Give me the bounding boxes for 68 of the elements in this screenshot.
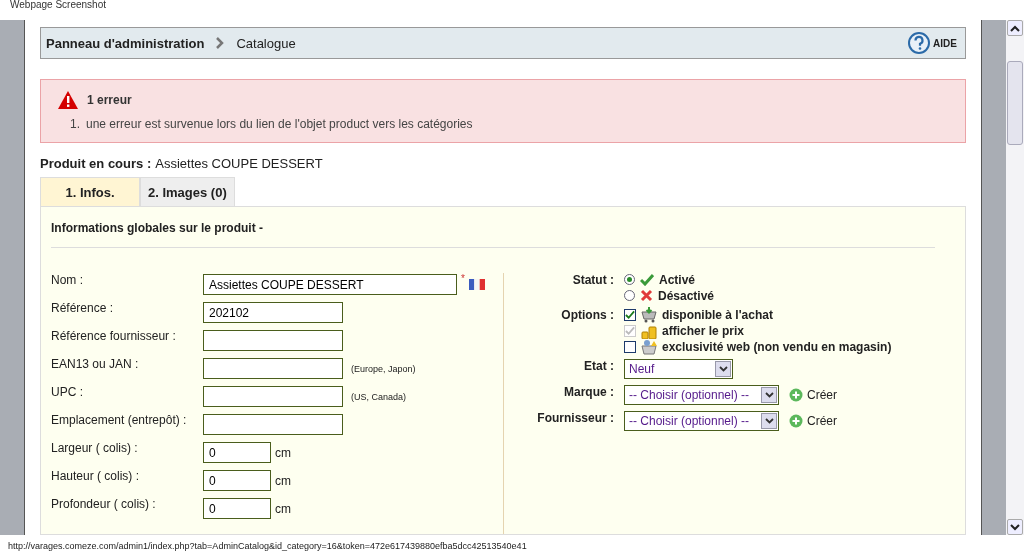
breadcrumb-link[interactable]: Panneau d'administration [46,35,205,51]
field-label: Etat : [583,359,614,373]
scrollbar-thumb[interactable] [1007,61,1023,145]
scrollbar[interactable] [1006,20,1024,535]
field-label: Options : [560,308,614,324]
panel-title: Informations globales sur le produit - [51,221,935,248]
checkbox[interactable] [624,340,636,353]
checkbox-label: exclusivité web (non vendu en magasin) [662,339,892,354]
current-product-name: Assiettes COUPE DESSERT [155,156,323,173]
text-field[interactable]: 0 [203,498,271,519]
radio-button[interactable] [624,290,635,301]
help-icon[interactable] [908,32,931,54]
create-link[interactable]: Créer [807,388,837,402]
unit-label: cm [275,501,291,516]
cart-icon [641,306,657,323]
field-hint: (US, Canada) [351,391,407,402]
breadcrumb-link[interactable]: Catalogue [236,35,296,51]
scroll-down-icon[interactable] [1010,523,1020,531]
create-link[interactable]: Créer [807,414,837,428]
radio-button[interactable] [624,274,635,285]
dropdown[interactable]: -- Choisir (optionnel) -- [624,411,779,431]
field-label: Référence : [51,301,115,315]
error-title: 1 erreur [87,93,132,107]
tab[interactable]: 2. Images (0) [140,177,235,206]
field-label: Emplacement (entrepôt) : [51,413,188,427]
scroll-up-icon[interactable] [1010,24,1020,32]
dropdown[interactable]: Neuf [624,359,733,379]
status-bar-url: http://varages.comeze.com/admin1/index.php?tab=AdminCatalog&id_category=16&token=472e617439880efba5dcc42513540e41 [7,540,528,553]
page-caption: Webpage Screenshot [9,0,107,12]
field-label: Statut : [571,273,614,289]
help-link[interactable]: AIDE [933,37,957,49]
dropdown[interactable]: -- Choisir (optionnel) -- [624,385,779,405]
radio-label: Désactivé [658,288,715,303]
text-field[interactable] [203,386,343,407]
list-number: 1. [70,117,80,131]
field-label: Largeur ( colis) : [51,441,139,455]
field-label: Marque : [563,385,614,399]
text-field[interactable]: 0 [203,470,271,491]
warning-icon [57,90,79,110]
cross-icon [640,289,653,302]
field-label: Hauteur ( colis) : [51,469,141,483]
basket-icon [641,338,657,355]
flag-icon [468,279,485,290]
error-message: une erreur est survenue lors du lien de l'objet product vers les catégories [86,117,473,131]
field-label: Nom : [51,273,84,287]
checkbox-label: disponible à l'achat [662,307,773,322]
tab[interactable]: 1. Infos. [40,177,140,206]
field-hint: (Europe, Japon) [351,363,416,374]
text-field[interactable] [203,330,343,351]
required-mark: * [461,273,465,284]
checkmark-icon [640,273,654,286]
checkbox[interactable] [624,308,636,321]
field-label: UPC : [51,385,84,399]
field-label: EAN13 ou JAN : [51,357,140,371]
text-field[interactable]: 0 [203,442,271,463]
checkbox-label: afficher le prix [662,323,745,338]
text-field[interactable] [203,358,343,379]
radio-label: Activé [659,272,696,287]
chevron-icon [216,37,225,49]
text-field[interactable] [203,414,343,435]
field-label: Fournisseur : [536,411,614,425]
unit-label: cm [275,473,291,488]
text-field[interactable]: Assiettes COUPE DESSERT [203,274,457,295]
unit-label: cm [275,445,291,460]
text-field[interactable]: 202102 [203,302,343,323]
field-label: Profondeur ( colis) : [51,497,157,511]
current-product-label: Produit en cours : [40,156,152,173]
field-label: Référence fournisseur : [51,329,177,343]
